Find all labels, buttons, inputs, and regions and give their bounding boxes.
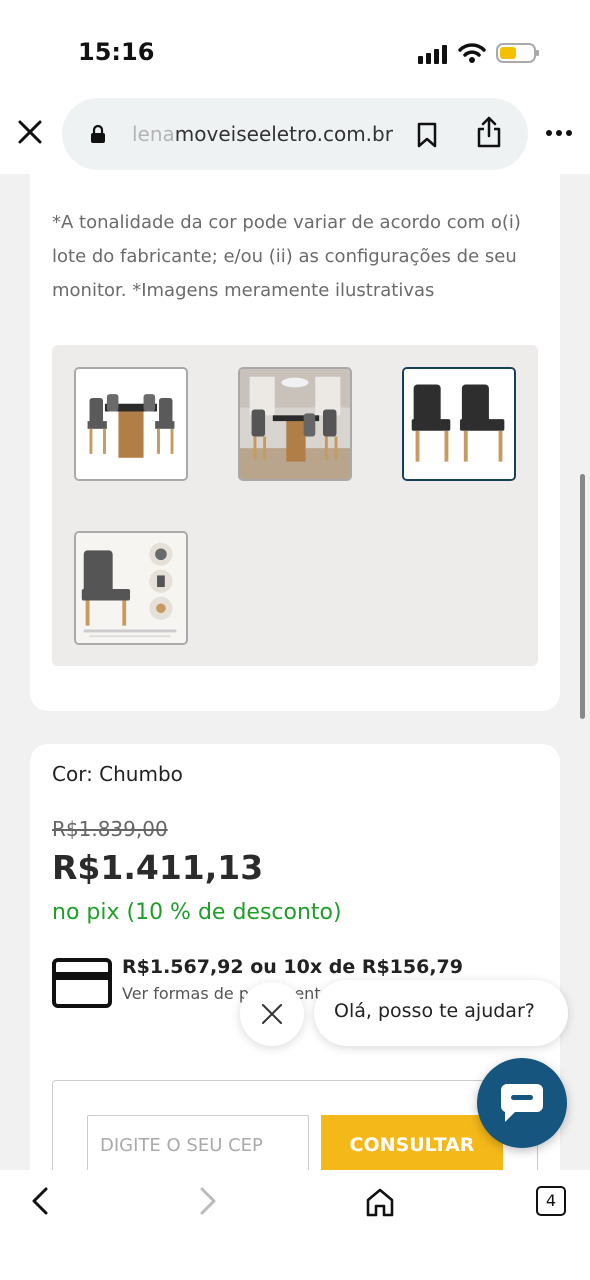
chat-greeting-bubble[interactable]: Olá, posso te ajudar?	[314, 980, 568, 1046]
consult-button[interactable]: CONSULTAR	[321, 1115, 503, 1170]
chat-bubble-icon	[500, 1084, 543, 1122]
address-bar[interactable]: lenamoveiseeletro.com.br	[62, 98, 528, 170]
browser-toolbar: lenamoveiseeletro.com.br	[0, 96, 590, 174]
room-scene-image	[240, 369, 350, 479]
bookmark-icon[interactable]	[416, 122, 438, 148]
chat-open-button[interactable]	[477, 1058, 567, 1148]
cellular-signal-icon	[418, 44, 450, 64]
url-faded-part: lena	[132, 122, 175, 146]
installments-text: R$1.567,92 ou 10x de R$156,79	[122, 956, 463, 978]
battery-icon	[496, 43, 539, 63]
chair-details-image	[76, 533, 186, 643]
shipping-calculator: CONSULTAR	[52, 1080, 538, 1170]
more-options-icon[interactable]	[545, 128, 573, 138]
home-icon[interactable]	[364, 1186, 396, 1218]
url-main-part: moveiseeletro.com.br	[174, 122, 393, 146]
share-icon[interactable]	[476, 116, 502, 148]
clock: 15:16	[78, 38, 155, 66]
thumbnail-chair-details[interactable]	[74, 531, 188, 645]
thumbnail-table-in-room[interactable]	[238, 367, 352, 481]
two-chairs-image	[404, 369, 514, 479]
cep-input[interactable]	[87, 1115, 309, 1170]
pix-discount-text: no pix (10 % de desconto)	[52, 900, 342, 925]
chat-dismiss-button[interactable]	[240, 982, 304, 1046]
wifi-icon	[458, 43, 486, 63]
thumbnail-table-with-four-chairs[interactable]	[74, 367, 188, 481]
current-price: R$1.411,13	[52, 848, 264, 887]
product-images-card: *A tonalidade da cor pode variar de acor…	[30, 174, 560, 711]
close-icon	[262, 1004, 282, 1024]
close-icon[interactable]	[14, 116, 46, 148]
forward-arrow-icon[interactable]	[196, 1186, 220, 1216]
page-scrollbar[interactable]	[580, 474, 585, 719]
table-with-chairs-image	[76, 369, 186, 479]
url-text: lenamoveiseeletro.com.br	[132, 122, 393, 146]
thumbnail-two-chairs[interactable]	[402, 367, 516, 481]
old-price: R$1.839,00	[52, 817, 168, 841]
browser-bottom-nav: 4	[0, 1170, 590, 1280]
back-arrow-icon[interactable]	[28, 1186, 52, 1216]
color-label: Cor: Chumbo	[52, 762, 183, 786]
credit-card-icon	[52, 958, 112, 1008]
lock-icon	[91, 124, 105, 143]
status-bar: 15:16	[0, 0, 590, 96]
tabs-counter-button[interactable]: 4	[536, 1186, 566, 1216]
color-disclaimer: *A tonalidade da cor pode variar de acor…	[52, 212, 521, 301]
thumbnail-gallery	[52, 345, 538, 666]
